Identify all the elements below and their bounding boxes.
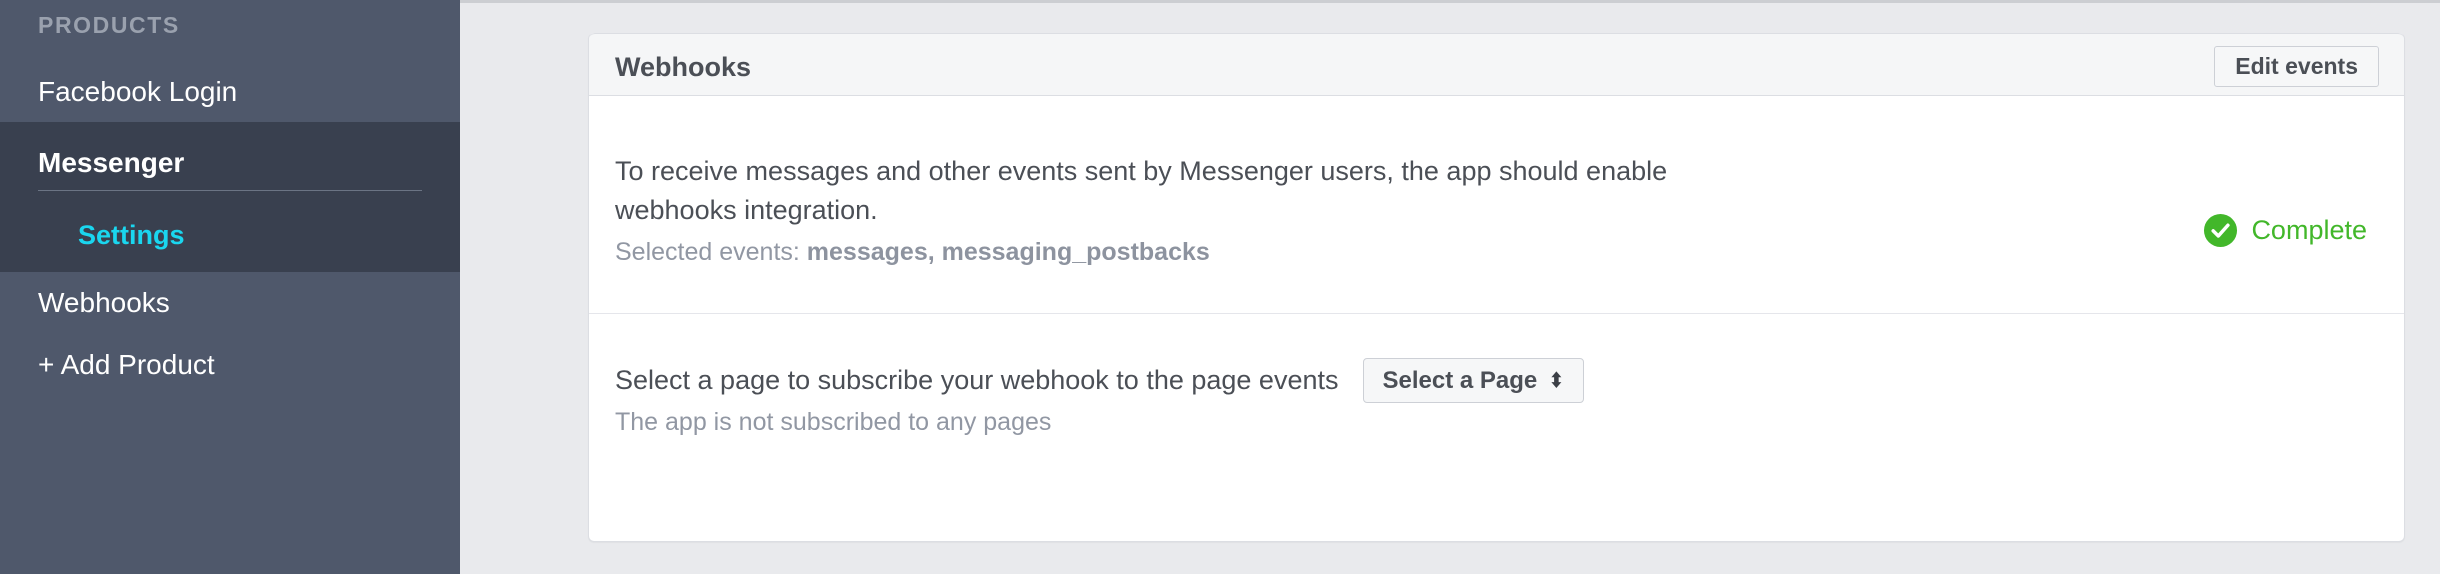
webhooks-card: Webhooks Edit events To receive messages… bbox=[588, 33, 2405, 542]
sidebar-item-facebook-login[interactable]: Facebook Login bbox=[0, 62, 460, 122]
page-subscription-section: Select a page to subscribe your webhook … bbox=[589, 314, 2404, 541]
webhooks-description-text: To receive messages and other events sen… bbox=[615, 156, 1668, 225]
webhooks-description-block: To receive messages and other events sen… bbox=[615, 152, 1795, 267]
sidebar-item-label: Facebook Login bbox=[38, 76, 238, 107]
select-page-dropdown-label: Select a Page bbox=[1382, 366, 1538, 394]
sidebar-item-label: Webhooks bbox=[38, 287, 170, 318]
sidebar-item-messenger-settings[interactable]: Settings bbox=[78, 220, 185, 251]
page-subscription-label: Select a page to subscribe your webhook … bbox=[615, 365, 1339, 395]
sidebar-item-label: + Add Product bbox=[38, 349, 215, 380]
edit-events-button[interactable]: Edit events bbox=[2214, 46, 2379, 87]
webhooks-card-header: Webhooks Edit events bbox=[589, 33, 2404, 96]
sidebar-item-messenger-label: Messenger bbox=[38, 147, 185, 178]
selected-events-prefix: Selected events: bbox=[615, 238, 807, 266]
status-label: Complete bbox=[2251, 215, 2367, 245]
sidebar-section-title: PRODUCTS bbox=[38, 12, 180, 38]
select-page-dropdown[interactable]: Select a Page ⬍ bbox=[1363, 358, 1585, 403]
top-divider bbox=[460, 0, 2440, 3]
check-circle-icon bbox=[2204, 213, 2238, 248]
selected-events-line: Selected events: messages, messaging_pos… bbox=[615, 238, 1795, 267]
updown-chevron-icon: ⬍ bbox=[1549, 369, 1564, 392]
sidebar-item-messenger[interactable]: Messenger Settings bbox=[0, 122, 460, 272]
page-subscription-row: Select a page to subscribe your webhook … bbox=[615, 358, 1585, 403]
products-sidebar: PRODUCTS Facebook Login Messenger Settin… bbox=[0, 0, 460, 574]
selected-events-value: messages, messaging_postbacks bbox=[806, 238, 1210, 266]
sidebar-submenu-divider bbox=[38, 190, 422, 191]
sidebar-item-webhooks[interactable]: Webhooks bbox=[0, 272, 460, 334]
page-title: Webhooks bbox=[615, 52, 752, 82]
webhooks-events-section: To receive messages and other events sen… bbox=[589, 96, 2404, 313]
page-subscription-note: The app is not subscribed to any pages bbox=[615, 408, 1052, 436]
sidebar-item-add-product[interactable]: + Add Product bbox=[0, 334, 460, 396]
status-badge: Complete bbox=[2203, 213, 2367, 248]
app-dashboard-page: PRODUCTS Facebook Login Messenger Settin… bbox=[0, 0, 2440, 574]
